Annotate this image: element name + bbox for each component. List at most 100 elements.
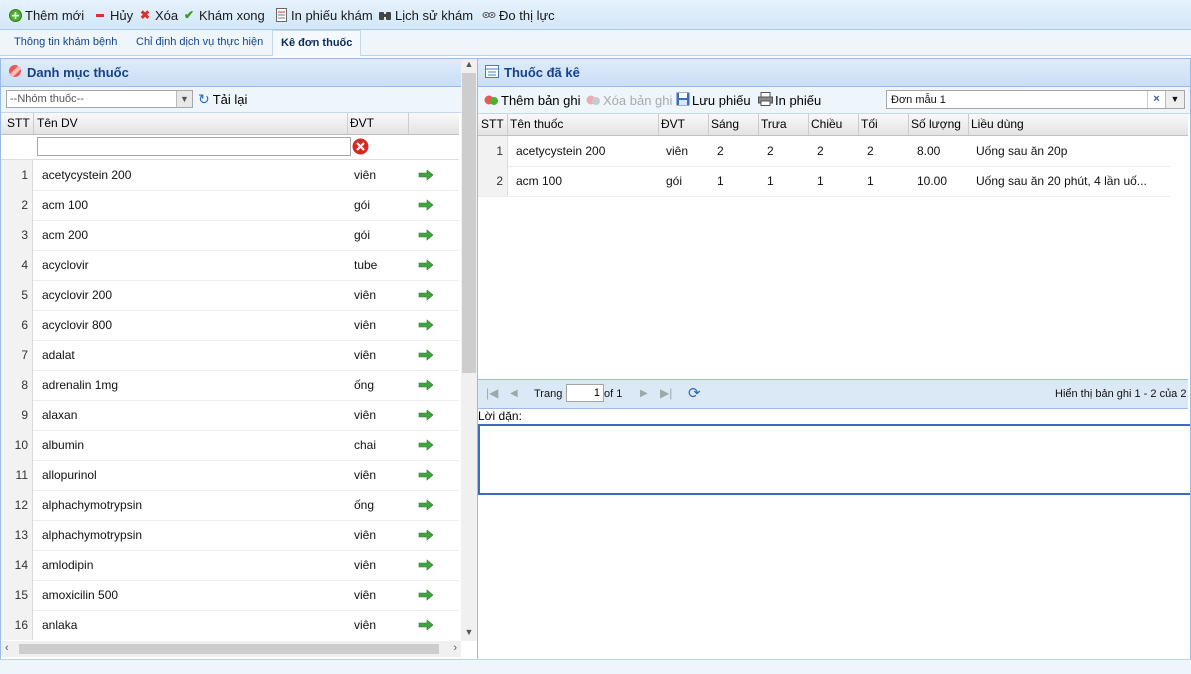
drug-unit: viên — [354, 288, 377, 302]
add-to-prescription-arrow-icon[interactable] — [418, 469, 434, 481]
status-strip — [0, 659, 1191, 674]
new-button[interactable]: Thêm mới — [8, 6, 84, 24]
drug-catalog-title: Danh mục thuốc — [27, 65, 129, 80]
col-stt: STT — [481, 117, 504, 131]
check-icon: ✔ — [183, 8, 195, 22]
drug-name: acetycystein 200 — [42, 168, 132, 182]
first-page-icon[interactable]: |◀ — [486, 386, 498, 400]
dose-noon: 2 — [767, 144, 774, 158]
add-to-prescription-arrow-icon[interactable] — [418, 529, 434, 541]
add-to-prescription-arrow-icon[interactable] — [418, 349, 434, 361]
scroll-left-icon[interactable]: ‹ — [5, 642, 9, 654]
add-to-prescription-arrow-icon[interactable] — [418, 619, 434, 631]
add-to-prescription-arrow-icon[interactable] — [418, 229, 434, 241]
drug-unit: viên — [354, 318, 377, 332]
delete-icon: ✖ — [139, 8, 151, 22]
add-to-prescription-arrow-icon[interactable] — [418, 439, 434, 451]
drug-row[interactable]: 5 acyclovir 200 viên — [1, 280, 459, 311]
drug-group-placeholder: --Nhóm thuốc-- — [10, 93, 84, 105]
add-to-prescription-arrow-icon[interactable] — [418, 499, 434, 511]
page-number-input[interactable] — [566, 384, 604, 402]
add-to-prescription-arrow-icon[interactable] — [418, 319, 434, 331]
add-to-prescription-arrow-icon[interactable] — [418, 589, 434, 601]
drug-grid-hscroll[interactable]: ‹ › — [1, 641, 461, 657]
drug-row[interactable]: 10 albumin chai — [1, 430, 459, 461]
print-exam-button[interactable]: In phiếu khám — [274, 6, 373, 24]
save-prescription-button[interactable]: Lưu phiếu — [676, 92, 751, 109]
drug-row[interactable]: 1 acetycystein 200 viên — [1, 160, 459, 191]
drug-grid-hscroll-thumb[interactable] — [19, 644, 439, 654]
drug-row[interactable]: 7 adalat viên — [1, 340, 459, 371]
add-to-prescription-arrow-icon[interactable] — [418, 559, 434, 571]
prescribed-drugs-panel: Thuốc đã kê Thêm bản ghi Xóa bản ghi Lưu… — [477, 58, 1191, 660]
add-to-prescription-arrow-icon[interactable] — [418, 199, 434, 211]
drug-grid-vscroll[interactable]: ▲ ▼ — [461, 59, 477, 641]
prescription-row[interactable]: 1 acetycystein 200 viên 2 2 2 2 8.00 Uống sau ăn… — [478, 136, 1170, 167]
drug-row[interactable]: 9 alaxan viên — [1, 400, 459, 431]
drug-name: acm 200 — [42, 228, 89, 242]
refresh-grid-icon[interactable]: ⟳ — [688, 384, 701, 402]
print-prescription-button[interactable]: In phiếu — [758, 92, 821, 109]
drug-row[interactable]: 3 acm 200 gói — [1, 220, 459, 251]
remove-record-button[interactable]: Xóa bản ghi — [586, 92, 672, 109]
prescription-toolbar: Thêm bản ghi Xóa bản ghi Lưu phiếu In ph… — [478, 87, 1190, 114]
tab-prescription[interactable]: Kê đơn thuốc — [272, 30, 362, 56]
tab-exam-info[interactable]: Thông tin khám bệnh — [14, 30, 117, 55]
drug-grid-vscroll-thumb[interactable] — [462, 73, 476, 373]
drug-row[interactable]: 8 adrenalin 1mg ống — [1, 370, 459, 401]
add-pill-icon — [484, 92, 499, 109]
scroll-up-icon[interactable]: ▲ — [461, 59, 477, 73]
drug-unit: gói — [354, 228, 371, 242]
add-to-prescription-arrow-icon[interactable] — [418, 259, 434, 271]
add-to-prescription-arrow-icon[interactable] — [418, 289, 434, 301]
clear-filter-icon[interactable] — [352, 138, 369, 155]
note-textarea[interactable] — [478, 424, 1190, 495]
prev-page-icon[interactable]: ◀ — [510, 388, 518, 399]
drug-row[interactable]: 4 acyclovir tube — [1, 250, 459, 281]
chevron-down-icon[interactable]: ▼ — [176, 91, 192, 107]
drug-row[interactable]: 15 amoxicilin 500 viên — [1, 580, 459, 611]
drug-group-select[interactable]: --Nhóm thuốc-- ▼ — [6, 90, 193, 108]
drug-name-filter-input[interactable] — [37, 137, 351, 156]
last-page-icon[interactable]: ▶| — [660, 386, 672, 400]
drug-name: allopurinol — [42, 468, 97, 482]
next-page-icon[interactable]: ▶ — [640, 388, 648, 399]
minus-icon — [93, 8, 107, 22]
dose-afternoon: 1 — [817, 174, 824, 188]
drug-row[interactable]: 16 anlaka viên — [1, 610, 459, 640]
add-to-prescription-arrow-icon[interactable] — [418, 409, 434, 421]
dose-morning: 1 — [717, 174, 724, 188]
scroll-down-icon[interactable]: ▼ — [461, 627, 477, 641]
done-button[interactable]: ✔ Khám xong — [182, 6, 265, 24]
delete-button[interactable]: ✖ Xóa — [138, 6, 178, 24]
vision-test-button[interactable]: Đo thị lực — [482, 6, 555, 24]
drug-row[interactable]: 6 acyclovir 800 viên — [1, 310, 459, 341]
tab-bar: Thông tin khám bệnh Chỉ định dịch vụ thự… — [0, 30, 1191, 56]
drug-row[interactable]: 11 allopurinol viên — [1, 460, 459, 491]
drug-row[interactable]: 14 amlodipin viên — [1, 550, 459, 581]
cancel-button[interactable]: Hủy — [93, 6, 133, 24]
prescription-row[interactable]: 2 acm 100 gói 1 1 1 1 10.00 Uống sau ăn 20 phút,… — [478, 166, 1170, 197]
page-label: Trang — [534, 388, 563, 400]
add-to-prescription-arrow-icon[interactable] — [418, 379, 434, 391]
history-button[interactable]: Lịch sử khám — [378, 6, 473, 24]
scroll-right-icon[interactable]: › — [453, 642, 457, 654]
drug-row[interactable]: 12 alphachymotrypsin ống — [1, 490, 459, 521]
drug-row[interactable]: 2 acm 100 gói — [1, 190, 459, 221]
clear-template-icon[interactable]: × — [1147, 91, 1165, 108]
tab-service-orders[interactable]: Chỉ định dịch vụ thực hiện — [136, 30, 263, 55]
drug-filter-bar: --Nhóm thuốc-- ▼ ↻ Tải lại — [1, 87, 477, 113]
prescription-grid-header: STT Tên thuốc ĐVT Sáng Trưa Chiều Tối Số… — [478, 114, 1188, 136]
template-select[interactable]: Đơn mẫu 1 × ▼ — [886, 90, 1185, 109]
reload-label: Tải lại — [212, 92, 248, 107]
main-toolbar: Thêm mới Hủy ✖ Xóa ✔ Khám xong In phiếu … — [0, 0, 1191, 30]
reload-button[interactable]: ↻ Tải lại — [198, 91, 247, 108]
drug-filter-row — [1, 135, 459, 160]
drug-name: alphachymotrypsin — [42, 528, 143, 542]
add-to-prescription-arrow-icon[interactable] — [418, 169, 434, 181]
eye-icon — [482, 8, 496, 22]
drug-unit: viên — [354, 168, 377, 182]
drug-row[interactable]: 13 alphachymotrypsin viên — [1, 520, 459, 551]
add-record-button[interactable]: Thêm bản ghi — [484, 92, 581, 109]
template-chevron-down-icon[interactable]: ▼ — [1165, 91, 1184, 108]
